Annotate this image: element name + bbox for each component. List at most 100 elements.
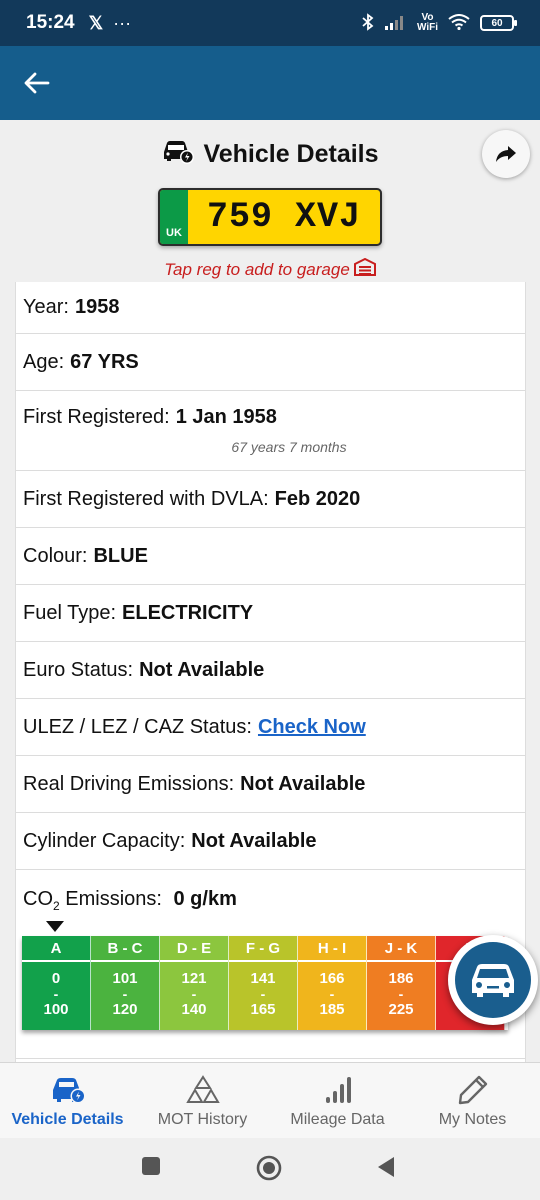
co2-band-low: 0 — [51, 970, 61, 987]
co2-band-high: 120 — [112, 1001, 138, 1018]
detail-value: 67 YRS — [70, 350, 139, 373]
vowifi-indicator: Vo WiFi — [417, 13, 438, 33]
arrow-left-icon — [24, 72, 50, 94]
detail-row-age: Age: 67 YRS — [16, 334, 525, 391]
vehicle-header: Vehicle Details UK 759 XVJ Tap reg to ad… — [0, 120, 540, 282]
co2-band-dash: - — [53, 986, 59, 1002]
co2-band: H - I 166-185 — [298, 936, 367, 1030]
triangle-back-icon — [378, 1157, 394, 1177]
car-icon — [52, 1078, 85, 1104]
vowifi-bottom: WiFi — [416, 22, 438, 33]
share-button[interactable] — [482, 130, 530, 178]
detail-label: First Registered: — [23, 406, 170, 428]
plate-country-band: UK — [160, 190, 188, 244]
system-navigation-bar — [0, 1138, 540, 1200]
car-lightning-icon — [161, 138, 195, 171]
circle-icon — [256, 1155, 282, 1181]
nav-label: MOT History — [157, 1111, 248, 1128]
detail-value: Not Available — [191, 829, 317, 852]
detail-row-euro-status: Euro Status: Not Available — [16, 642, 525, 699]
detail-row-ulez: ULEZ / LEZ / CAZ Status: Check Now — [16, 699, 525, 756]
status-icons: Vo WiFi 60 — [361, 12, 517, 34]
page-title: Vehicle Details — [203, 140, 379, 168]
co2-band: F - G 141-165 — [229, 936, 298, 1030]
battery-icon: 60 — [480, 15, 517, 31]
detail-value: Not Available — [240, 772, 366, 795]
signal-bars-icon — [325, 1077, 351, 1103]
detail-row-first-registered-dvla: First Registered with DVLA: Feb 2020 — [16, 471, 525, 528]
wifi-icon — [448, 13, 470, 33]
co2-band-label: D - E — [160, 936, 228, 962]
recent-apps-button[interactable] — [141, 1156, 161, 1181]
co2-band-low: 186 — [388, 970, 414, 987]
pencil-icon — [458, 1075, 487, 1105]
nav-label: Mileage Data — [290, 1111, 385, 1128]
nav-my-notes[interactable]: My Notes — [405, 1063, 540, 1138]
detail-value: 1 Jan 1958 — [175, 406, 277, 428]
detail-label: ULEZ / LEZ / CAZ Status: — [23, 715, 252, 738]
co2-band-dash: - — [329, 986, 335, 1002]
co2-label: CO — [23, 888, 53, 910]
signal-icon — [384, 14, 407, 33]
co2-band-low: 101 — [112, 970, 138, 987]
detail-value: BLUE — [93, 544, 148, 567]
co2-band-scale: A 0-100 B - C 101-120 D - E 121-140 F - G 141-1… — [22, 936, 508, 1030]
co2-band: D - E 121-140 — [160, 936, 229, 1030]
back-system-button[interactable] — [376, 1156, 396, 1183]
nav-label: Vehicle Details — [11, 1111, 124, 1128]
back-button[interactable] — [18, 64, 56, 102]
co2-band: B - C 101-120 — [91, 936, 160, 1030]
vehicle-details-list: Year: 1958 Age: 67 YRS First Registered:… — [15, 282, 526, 1062]
more-notifications-icon: ··· — [113, 12, 132, 33]
co2-band-dash: - — [122, 986, 128, 1002]
co2-label-suffix: Emissions: — [59, 888, 162, 910]
detail-label: Fuel Type: — [23, 601, 117, 624]
co2-band-dash: - — [191, 986, 197, 1002]
home-button[interactable] — [256, 1155, 282, 1186]
co2-band-high: 225 — [388, 1001, 414, 1018]
detail-row-colour: Colour: BLUE — [16, 528, 525, 585]
detail-row-fuel-type: Fuel Type: ELECTRICITY — [16, 585, 525, 642]
co2-value: 0 g/km — [173, 888, 237, 910]
co2-band-label: H - I — [298, 936, 366, 962]
status-time: 15:24 — [26, 12, 75, 33]
status-bar: 15:24 𝕏 ··· Vo WiFi 60 — [0, 0, 540, 46]
garage-fab[interactable] — [448, 935, 538, 1025]
co2-band-label: F - G — [229, 936, 297, 962]
warning-triangles-icon — [185, 1075, 220, 1103]
registration-age-subtext: 67 years 7 months — [231, 439, 347, 455]
page-title-row: Vehicle Details — [0, 138, 540, 171]
app-bar — [0, 46, 540, 120]
detail-label: Year: — [23, 296, 69, 318]
nav-mileage-data[interactable]: Mileage Data — [270, 1063, 405, 1138]
co2-band-dash: - — [398, 986, 404, 1002]
detail-label: First Registered with DVLA: — [23, 487, 269, 510]
bluetooth-icon — [361, 12, 375, 34]
add-to-garage-hint[interactable]: Tap reg to add to garage — [0, 257, 540, 281]
check-now-link[interactable]: Check Now — [258, 716, 366, 739]
co2-emissions-row: CO2 Emissions: 0 g/km — [23, 888, 525, 913]
share-icon — [496, 146, 516, 162]
co2-band-high: 140 — [181, 1001, 207, 1018]
nav-vehicle-details[interactable]: Vehicle Details — [0, 1063, 135, 1138]
plate-registration: 759 XVJ — [206, 197, 362, 237]
co2-band-dash: - — [260, 986, 266, 1002]
nav-label: My Notes — [438, 1111, 507, 1128]
co2-emissions-section: CO2 Emissions: 0 g/km — [16, 888, 525, 913]
co2-band: J - K 186-225 — [367, 936, 436, 1030]
nav-mot-history[interactable]: MOT History — [135, 1063, 270, 1138]
registration-plate[interactable]: UK 759 XVJ — [158, 188, 382, 246]
detail-value: Not Available — [139, 658, 265, 681]
divider — [16, 1058, 525, 1059]
co2-band-high: 100 — [43, 1001, 69, 1018]
detail-value: Feb 2020 — [274, 487, 361, 510]
co2-band-low: 141 — [250, 970, 276, 987]
detail-row-cylinder-capacity: Cylinder Capacity: Not Available — [16, 813, 525, 870]
co2-band-pointer — [46, 921, 64, 932]
detail-label: Cylinder Capacity: — [23, 829, 186, 852]
co2-band-label: J - K — [367, 936, 435, 962]
detail-row-year: Year: 1958 — [16, 282, 525, 334]
detail-label: Age: — [23, 350, 65, 373]
detail-value: 1958 — [74, 296, 120, 318]
garage-icon — [353, 257, 376, 281]
